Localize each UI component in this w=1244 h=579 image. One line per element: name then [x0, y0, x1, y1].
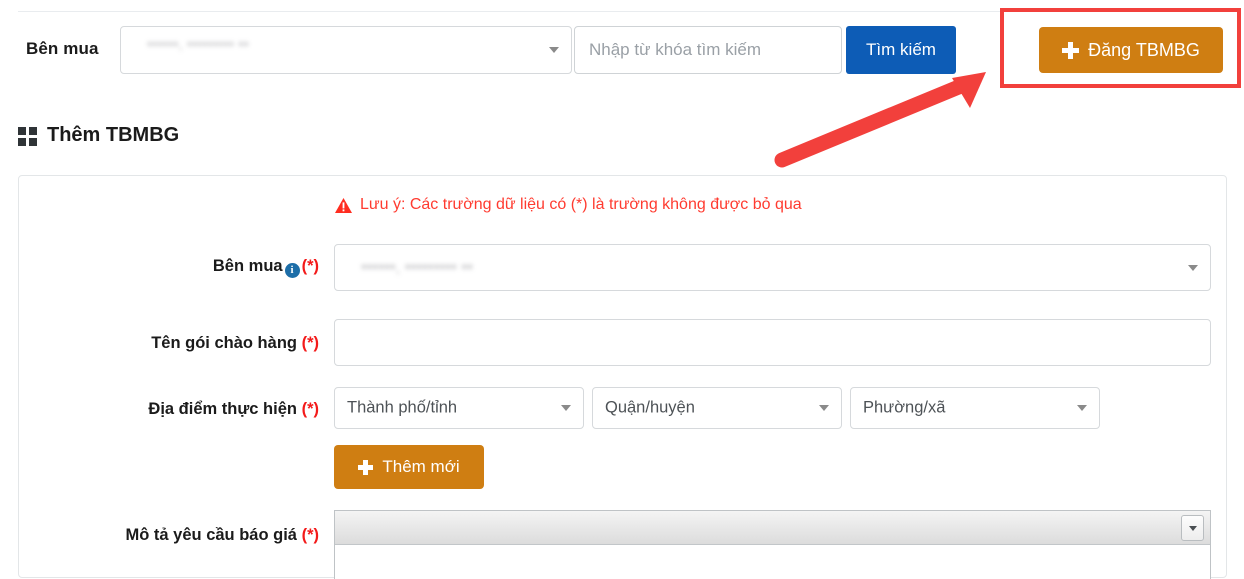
buyer-required-mark: (*) — [301, 257, 319, 275]
section-heading: Thêm TBMBG — [18, 124, 179, 147]
add-location-button-label: Thêm mới — [382, 457, 460, 476]
province-select[interactable]: Thành phố/tỉnh — [334, 387, 584, 429]
chevron-down-icon — [561, 405, 571, 411]
search-keyword-input[interactable] — [574, 26, 842, 74]
district-select[interactable]: Quận/huyện — [592, 387, 842, 429]
chevron-down-icon — [819, 405, 829, 411]
description-required-mark: (*) — [301, 526, 319, 544]
package-name-field-label: Tên gói chào hàng (*) — [79, 334, 319, 353]
search-button[interactable]: Tìm kiếm — [846, 26, 956, 74]
chevron-down-icon — [1077, 405, 1087, 411]
warning-triangle-icon — [335, 197, 352, 213]
editor-toolbar — [335, 511, 1210, 545]
district-select-value: Quận/huyện — [605, 398, 695, 417]
search-buyer-select[interactable]: ••••••, ••••••••• •• — [120, 26, 572, 74]
ward-select[interactable]: Phường/xã — [850, 387, 1100, 429]
buyer-field-label-text: Bên mua — [212, 257, 283, 275]
location-field-label: Địa điểm thực hiện (*) — [79, 400, 319, 419]
description-field-label: Mô tả yêu cầu báo giá (*) — [39, 526, 319, 545]
ward-select-value: Phường/xã — [863, 398, 946, 417]
province-select-value: Thành phố/tỉnh — [347, 398, 458, 417]
description-editor[interactable] — [334, 510, 1211, 579]
location-field-label-text: Địa điểm thực hiện — [148, 400, 297, 418]
chevron-down-icon — [549, 47, 559, 53]
add-location-button[interactable]: Thêm mới — [334, 445, 484, 489]
info-icon[interactable]: i — [284, 263, 300, 278]
package-name-field-label-text: Tên gói chào hàng — [151, 334, 297, 352]
description-field-label-text: Mô tả yêu cầu báo giá — [125, 526, 297, 544]
buyer-select[interactable]: ••••••, ••••••••• •• — [334, 244, 1211, 291]
form-card: Lưu ý: Các trường dữ liệu có (*) là trườ… — [18, 175, 1227, 579]
grid-icon — [18, 126, 37, 146]
plus-icon — [358, 459, 374, 475]
chevron-down-icon — [1188, 264, 1198, 271]
location-required-mark: (*) — [301, 400, 319, 418]
required-fields-note: Lưu ý: Các trường dữ liệu có (*) là trườ… — [335, 196, 802, 214]
search-buyer-label: Bên mua — [26, 39, 99, 58]
required-fields-note-text: Lưu ý: Các trường dữ liệu có (*) là trườ… — [360, 196, 802, 213]
plus-icon — [1062, 41, 1080, 59]
package-name-required-mark: (*) — [301, 334, 319, 352]
buyer-field-label: Bên mua i (*) — [79, 257, 319, 278]
page-title: Thêm TBMBG — [47, 124, 180, 146]
buyer-select-value: ••••••, ••••••••• •• — [361, 258, 473, 276]
package-name-input[interactable] — [334, 319, 1211, 366]
search-buyer-select-value: ••••••, ••••••••• •• — [147, 36, 249, 53]
editor-content-area[interactable] — [335, 545, 1210, 579]
annotation-arrow — [774, 72, 986, 168]
post-tbmbg-button-label: Đăng TBMBG — [1088, 39, 1200, 60]
editor-toolbar-toggle-icon[interactable] — [1181, 515, 1204, 541]
post-tbmbg-button[interactable]: Đăng TBMBG — [1039, 27, 1223, 73]
